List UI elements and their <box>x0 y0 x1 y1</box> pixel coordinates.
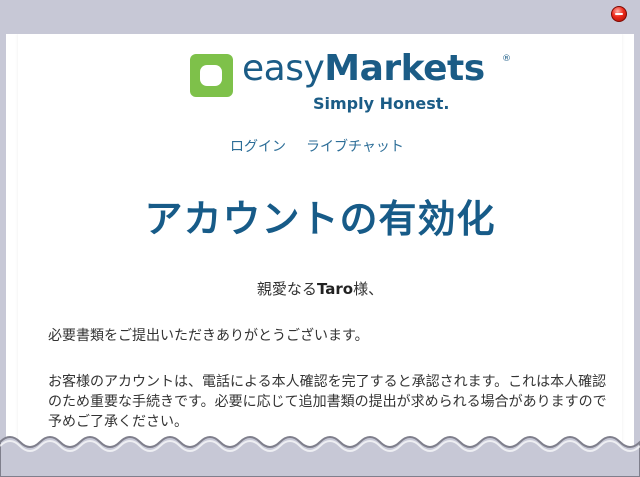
brand-tagline: Simply Honest. <box>313 94 450 113</box>
user-name: Taro <box>316 280 354 298</box>
torn-edge <box>0 436 640 477</box>
greeting-prefix: 親愛なる <box>256 280 317 298</box>
greeting: 親愛なるTaro様、 <box>18 278 622 299</box>
thank-you-paragraph: 必要書類をご提出いただきありがとうございます。 <box>48 328 369 344</box>
brand-name-light: easy <box>242 48 325 89</box>
brand-name-bold: Markets <box>324 48 485 89</box>
email-body: easyMarkets ® Simply Honest. ログイン ライブチャット… <box>18 34 622 477</box>
brand-logo[interactable]: easyMarkets ® Simply Honest. <box>190 48 511 116</box>
login-link[interactable]: ログイン <box>230 139 286 155</box>
greeting-suffix: 様、 <box>353 280 384 298</box>
brand-wordmark: easyMarkets ® <box>242 48 511 89</box>
email-nav: ログイン ライブチャット <box>230 136 404 156</box>
page-title: アカウントの有効化 <box>144 197 496 241</box>
logo-mark-icon <box>190 54 233 97</box>
verification-paragraph: お客様のアカウントは、電話による本人確認を完了すると承認されます。これは本人確認… <box>48 374 607 430</box>
close-icon[interactable] <box>611 6 627 22</box>
registered-mark: ® <box>502 54 511 64</box>
live-chat-link[interactable]: ライブチャット <box>306 139 404 155</box>
window-titlebar <box>0 0 640 34</box>
email-viewport: easyMarkets ® Simply Honest. ログイン ライブチャット… <box>6 34 634 477</box>
